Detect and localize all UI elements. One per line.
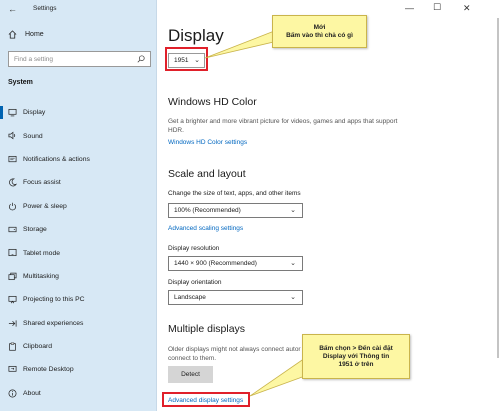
scale-layout-heading: Scale and layout (168, 168, 246, 180)
hd-color-description: Get a brighter and more vibrant picture … (168, 118, 398, 134)
sidebar-item-focus-assist[interactable]: Focus assist (0, 171, 157, 194)
sidebar-item-about[interactable]: About (0, 382, 157, 405)
sidebar-item-projecting[interactable]: Projecting to this PC (0, 288, 157, 311)
orientation-label: Display orientation (168, 279, 222, 286)
callout-bottom: Bấm chọn > Đến cài đặt Display với Thông… (302, 334, 410, 379)
sidebar-item-sound[interactable]: Sound (0, 124, 157, 147)
scrollbar[interactable] (496, 18, 500, 358)
sidebar-item-power-sleep[interactable]: Power & sleep (0, 195, 157, 218)
sidebar-item-label: Tablet mode (23, 249, 61, 257)
multiple-displays-heading: Multiple displays (168, 323, 246, 335)
active-indicator (0, 106, 3, 119)
sidebar-item-label: Focus assist (23, 179, 61, 187)
callout-bottom-line-2: Display với Thông tin (322, 352, 390, 360)
search-placeholder: Find a setting (14, 55, 54, 63)
sidebar-item-tablet-mode[interactable]: Tablet mode (0, 241, 157, 264)
resolution-label: Display resolution (168, 245, 220, 252)
info-icon (8, 389, 17, 398)
sidebar-item-label: Power & sleep (23, 202, 67, 210)
sidebar-item-storage[interactable]: Storage (0, 218, 157, 241)
chevron-down-icon: ⌄ (290, 294, 296, 301)
home-label: Home (25, 31, 44, 38)
highlight-display-selector (165, 47, 208, 71)
tablet-icon (8, 249, 17, 257)
sidebar-item-label: Notifications & actions (23, 155, 90, 163)
hd-color-heading: Windows HD Color (168, 96, 257, 108)
callout-top-line-1: Mới (313, 23, 326, 31)
sidebar-item-shared-experiences[interactable]: Shared experiences (0, 312, 157, 335)
back-arrow-icon[interactable]: ← (8, 4, 17, 14)
sidebar: ← Settings Home Find a setting System Di… (0, 0, 157, 411)
monitor-icon (8, 108, 17, 117)
storage-icon (8, 226, 17, 233)
home-icon (8, 30, 17, 39)
multitasking-icon (8, 272, 17, 280)
resolution-dropdown[interactable]: 1440 × 900 (Recommended) ⌄ (168, 256, 303, 271)
callout-top: Mới Bấm vào thì chả có gì (272, 15, 367, 48)
sidebar-item-label: Sound (23, 132, 43, 140)
section-label-system: System (8, 79, 33, 86)
shared-icon (8, 319, 17, 327)
moon-icon (9, 178, 17, 187)
speaker-icon (8, 131, 16, 140)
scale-dropdown-value: 100% (Recommended) (174, 207, 241, 214)
chevron-down-icon: ⌄ (290, 207, 296, 214)
callout-bottom-line-3: 1951 ở trên (338, 360, 374, 368)
orientation-dropdown[interactable]: Landscape ⌄ (168, 290, 303, 305)
scale-dropdown[interactable]: 100% (Recommended) ⌄ (168, 203, 303, 218)
chevron-down-icon: ⌄ (290, 260, 296, 267)
sidebar-item-label: Remote Desktop (23, 366, 74, 374)
projecting-icon (8, 296, 17, 304)
detect-button[interactable]: Detect (168, 366, 213, 383)
sidebar-item-multitasking[interactable]: Multitasking (0, 265, 157, 288)
notification-icon (8, 155, 17, 162)
highlight-advanced-display-link (162, 392, 250, 407)
sidebar-item-notifications[interactable]: Notifications & actions (0, 148, 157, 171)
advanced-scaling-link[interactable]: Advanced scaling settings (168, 225, 243, 232)
sidebar-item-clipboard[interactable]: Clipboard (0, 335, 157, 358)
power-icon (8, 202, 17, 210)
search-icon (137, 55, 145, 63)
resolution-dropdown-value: 1440 × 900 (Recommended) (174, 260, 257, 267)
sidebar-item-display[interactable]: Display (0, 101, 157, 124)
titlebar-left: ← Settings (0, 0, 157, 18)
sidebar-item-label: Clipboard (23, 343, 53, 351)
hd-color-settings-link[interactable]: Windows HD Color settings (168, 139, 247, 146)
size-label: Change the size of text, apps, and other… (168, 190, 301, 197)
sidebar-item-label: Shared experiences (23, 319, 84, 327)
sidebar-item-label: Storage (23, 226, 47, 234)
remote-icon (8, 366, 17, 372)
sidebar-item-label: Display (23, 109, 46, 117)
orientation-dropdown-value: Landscape (174, 294, 206, 301)
sidebar-item-remote-desktop[interactable]: Remote Desktop (0, 358, 157, 381)
home-link[interactable]: Home (8, 30, 44, 39)
sidebar-nav: Display Sound Notifications & actions Fo… (0, 101, 157, 405)
scrollbar-thumb[interactable] (497, 18, 499, 358)
sidebar-item-label: About (23, 389, 41, 397)
search-input[interactable]: Find a setting (8, 51, 151, 67)
callout-bottom-line-1: Bấm chọn > Đến cài đặt (319, 344, 393, 352)
sidebar-item-label: Multitasking (23, 272, 59, 280)
sidebar-item-label: Projecting to this PC (23, 296, 85, 304)
page-title: Display (168, 26, 224, 45)
clipboard-icon (9, 342, 16, 351)
app-title: Settings (33, 5, 57, 12)
callout-top-line-2: Bấm vào thì chả có gì (286, 31, 353, 39)
